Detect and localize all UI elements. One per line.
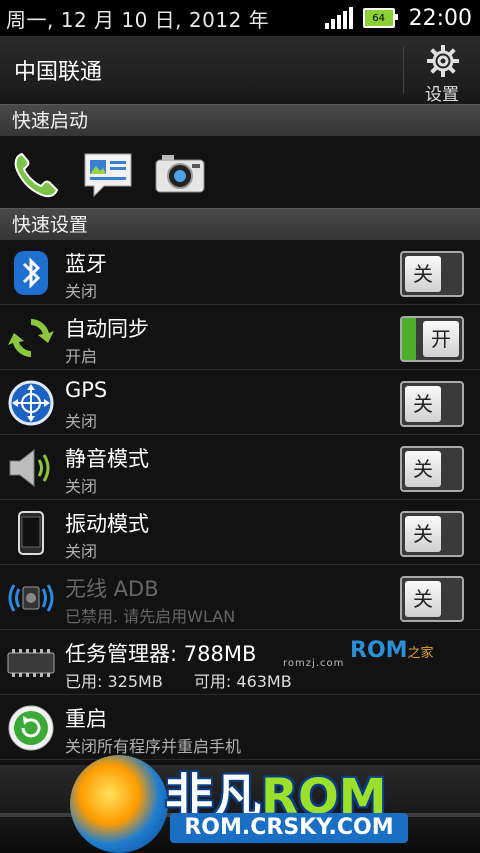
setting-title: 无线 ADB	[65, 577, 159, 601]
camera-icon[interactable]	[152, 146, 208, 202]
reboot-description: 关闭所有程序并重启手机	[65, 737, 242, 756]
wireless-adb-icon	[8, 584, 54, 612]
toggle-label: 关	[405, 256, 441, 292]
setting-row-gps[interactable]: GPS 关闭 关	[0, 370, 480, 435]
memory-used: 已用: 325MB	[65, 672, 163, 691]
reboot-icon	[8, 705, 54, 751]
gear-icon	[427, 45, 459, 77]
toggle-label: 关	[405, 451, 441, 487]
battery-icon: 64	[362, 8, 398, 28]
settings-label: 设置	[425, 85, 459, 105]
setting-status: 关闭	[65, 282, 98, 301]
romzj-url: romzj.com	[283, 658, 345, 669]
setting-row-bluetooth[interactable]: 蓝牙 关闭 关	[0, 240, 480, 305]
signal-icon	[324, 7, 353, 29]
sync-icon	[8, 319, 54, 357]
toggle-label: 开	[423, 321, 459, 357]
setting-status: 开启	[65, 347, 98, 366]
setting-title: 自动同步	[65, 317, 149, 341]
reboot-title: 重启	[65, 707, 107, 731]
setting-title: 蓝牙	[65, 252, 107, 276]
notification-header: 中国联通 设置	[0, 36, 480, 105]
quick-launch-bar	[0, 138, 480, 210]
memory-chip-icon	[7, 649, 55, 677]
setting-title: GPS	[65, 378, 108, 402]
crsky-logo-icon	[70, 755, 168, 853]
speaker-icon	[9, 448, 50, 488]
romzj-logo: ROM之家	[350, 638, 434, 663]
setting-status: 关闭	[65, 477, 98, 496]
status-bar: 周一, 12 月 10 日, 2012 年 64 22:00	[0, 0, 480, 36]
vibrate-mode-toggle[interactable]: 关	[400, 511, 464, 557]
silent-mode-toggle[interactable]: 关	[400, 446, 464, 492]
phone-icon[interactable]	[8, 146, 64, 202]
setting-status: 关闭	[65, 412, 98, 431]
memory-available: 可用: 463MB	[193, 672, 292, 691]
gps-icon	[8, 380, 54, 426]
settings-button[interactable]: 设置	[404, 36, 480, 105]
task-manager-row[interactable]: 任务管理器: 788MB 已用: 325MB 可用: 463MB romzj.c…	[0, 630, 480, 695]
task-manager-title: 任务管理器: 788MB	[65, 642, 257, 666]
setting-status: 已禁用. 请先启用WLAN	[65, 607, 236, 626]
toggle-label: 关	[405, 581, 441, 617]
setting-row-wireless-adb[interactable]: 无线 ADB 已禁用. 请先启用WLAN 关	[0, 565, 480, 630]
setting-row-vibrate-mode[interactable]: 振动模式 关闭 关	[0, 500, 480, 565]
setting-title: 静音模式	[65, 447, 149, 471]
vibrate-phone-icon	[18, 511, 44, 555]
watermark-url: ROM.CRSKY.COM	[170, 813, 408, 843]
toggle-label: 关	[405, 386, 441, 422]
setting-row-silent-mode[interactable]: 静音模式 关闭 关	[0, 435, 480, 500]
bluetooth-icon	[14, 251, 48, 295]
wireless-adb-toggle[interactable]: 关	[400, 576, 464, 622]
quick-settings-header: 快速设置	[0, 208, 480, 240]
carrier-name: 中国联通	[14, 60, 103, 85]
setting-row-auto-sync[interactable]: 自动同步 开启 开	[0, 305, 480, 370]
auto-sync-toggle[interactable]: 开	[400, 316, 464, 362]
status-time: 22:00	[408, 5, 472, 31]
crsky-watermark: 非凡ROM ROM.CRSKY.COM	[70, 755, 420, 853]
bluetooth-toggle[interactable]: 关	[400, 251, 464, 297]
battery-level: 64	[372, 12, 385, 24]
messages-icon[interactable]	[80, 146, 136, 202]
gps-toggle[interactable]: 关	[400, 381, 464, 427]
memory-usage: 已用: 325MB 可用: 463MB	[65, 668, 318, 692]
reboot-row[interactable]: 重启 关闭所有程序并重启手机	[0, 695, 480, 760]
toggle-label: 关	[405, 516, 441, 552]
setting-title: 振动模式	[65, 512, 149, 536]
status-date: 周一, 12 月 10 日, 2012 年	[6, 7, 270, 32]
setting-status: 关闭	[65, 542, 98, 561]
quick-launch-header: 快速启动	[0, 104, 480, 136]
